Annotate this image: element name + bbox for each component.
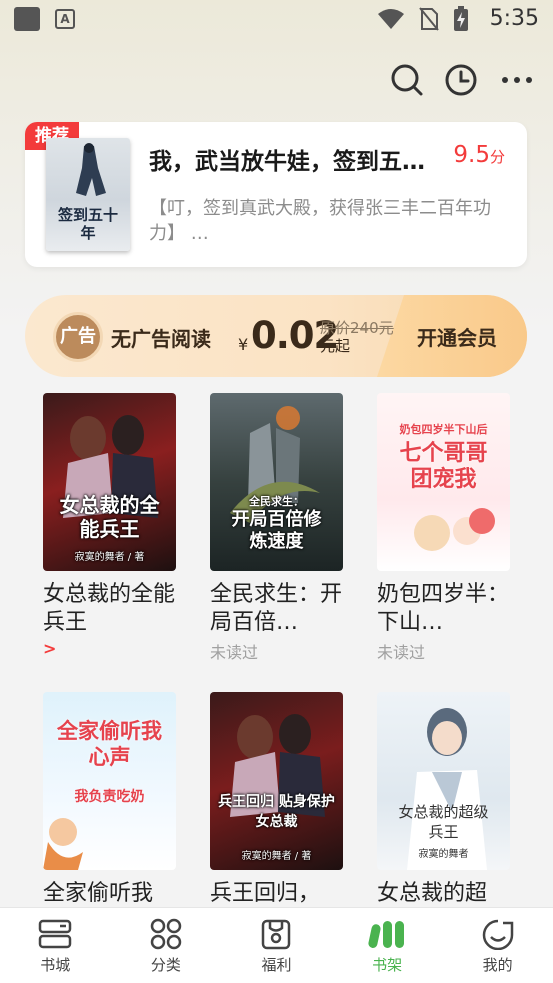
book-item[interactable]: 奶包四岁半下山后 七个哥哥团宠我 奶包四岁半：下山… 未读过 <box>377 393 512 663</box>
nav-label: 福利 <box>261 956 292 974</box>
book-cover[interactable]: 奶包四岁半下山后 七个哥哥团宠我 <box>377 393 510 571</box>
cover-author: 寂寞的舞者 <box>418 849 469 860</box>
app-notification-icon: A <box>55 9 75 29</box>
recommend-score: 9.5分 <box>453 142 505 168</box>
battery-charging-icon <box>454 6 468 31</box>
cover-author: 奶包四岁半下山后 <box>399 423 488 436</box>
book-cover[interactable]: 全家偷听我心声 我负责吃奶 <box>43 692 176 870</box>
bookstore-icon <box>39 919 72 949</box>
nav-label: 书架 <box>372 956 403 974</box>
nav-item-welfare[interactable]: 福利 <box>221 908 332 983</box>
chevron-right-icon[interactable]: > <box>43 639 178 658</box>
open-vip-button[interactable]: 开通会员 <box>417 322 497 351</box>
vip-price-suffix: 元起 <box>320 337 351 355</box>
welfare-icon <box>262 919 291 950</box>
vip-label: 无广告阅读 <box>111 327 211 351</box>
book-cover[interactable]: 女总裁的全能兵王 寂寞的舞者 / 著 <box>43 393 176 571</box>
more-icon[interactable] <box>499 62 535 98</box>
no-sim-icon <box>419 7 439 31</box>
nav-item-bookstore[interactable]: 书城 <box>0 908 111 983</box>
cover-author: 寂寞的舞者 / 著 <box>74 552 145 563</box>
book-item[interactable]: 全家偷听我心声 我负责吃奶 全家偷听我 <box>43 692 178 936</box>
book-cover[interactable]: 兵王回归 贴身保护女总裁 寂寞的舞者 / 著 <box>210 692 343 870</box>
vip-banner[interactable]: 广告 无广告阅读 ¥ 0.02 原价240元 元起 开通会员 <box>25 295 527 377</box>
category-icon <box>150 918 182 950</box>
cover-title: 开局百倍修炼速度 <box>231 509 322 552</box>
book-item[interactable]: 女总裁的超级兵王 寂寞的舞者 女总裁的超 <box>377 692 512 936</box>
nav-item-category[interactable]: 分类 <box>111 908 222 983</box>
nav-label: 分类 <box>150 956 181 974</box>
clock-icon[interactable] <box>443 62 479 98</box>
read-status: 未读过 <box>377 643 426 662</box>
cover-art-figure <box>407 708 487 870</box>
book-cover[interactable]: 签到五十年 <box>46 138 130 251</box>
cover-title: 女总裁的全能兵王 <box>59 493 160 541</box>
nav-label: 我的 <box>482 956 513 974</box>
cover-author: 我负责吃奶 <box>74 789 145 805</box>
notification-icon <box>14 7 40 31</box>
profile-icon <box>482 919 513 950</box>
cover-title: 女总裁的超级兵王 <box>398 803 489 841</box>
read-status: 未读过 <box>210 643 259 662</box>
status-time: 5:35 <box>489 6 539 31</box>
book-cover[interactable]: 女总裁的超级兵王 寂寞的舞者 <box>377 692 510 870</box>
wifi-icon <box>378 9 404 29</box>
book-title: 奶包四岁半：下山… <box>377 582 510 635</box>
cover-art-figure <box>230 714 325 817</box>
status-bar: A 5:35 <box>0 0 553 40</box>
bookshelf-icon <box>368 921 405 948</box>
cover-title: 全家偷听我心声 <box>57 719 162 769</box>
search-icon[interactable] <box>389 62 425 98</box>
recommend-description: 【叮，签到真武大殿，获得张三丰二百年功力】 … <box>149 198 491 244</box>
no-ads-icon: 广告 <box>53 312 103 362</box>
book-item[interactable]: 女总裁的全能兵王 寂寞的舞者 / 著 女总裁的全能兵王 > <box>43 393 178 658</box>
book-cover[interactable]: 全民求生： 开局百倍修炼速度 <box>210 393 343 571</box>
book-item[interactable]: 兵王回归 贴身保护女总裁 寂寞的舞者 / 著 兵王回归， <box>210 692 345 936</box>
bottom-nav: 书城 分类 福利 书架 我的 <box>0 907 553 983</box>
recommend-title[interactable]: 我，武当放牛娃，签到五… <box>149 142 449 176</box>
cover-title: 签到五十年 <box>58 206 119 242</box>
cover-author: 寂寞的舞者 / 著 <box>241 851 312 862</box>
cover-author: 全民求生： <box>249 495 304 508</box>
book-title: 全民求生：开局百倍… <box>210 582 343 635</box>
vip-currency: ¥ <box>238 335 249 354</box>
nav-label: 书城 <box>40 956 71 974</box>
nav-item-profile[interactable]: 我的 <box>442 908 553 983</box>
cover-title: 兵王回归 贴身保护女总裁 <box>218 794 335 830</box>
recommend-card[interactable]: 推荐 签到五十年 我，武当放牛娃，签到五… 9.5分 【叮，签到真武大殿，获得张… <box>25 122 527 267</box>
book-title: 女总裁的全能兵王 <box>43 582 176 635</box>
cover-art-figure <box>63 415 158 518</box>
book-item[interactable]: 全民求生： 开局百倍修炼速度 全民求生：开局百倍… 未读过 <box>210 393 345 663</box>
nav-item-bookshelf[interactable]: 书架 <box>332 908 443 983</box>
cover-title: 七个哥哥团宠我 <box>399 441 488 492</box>
